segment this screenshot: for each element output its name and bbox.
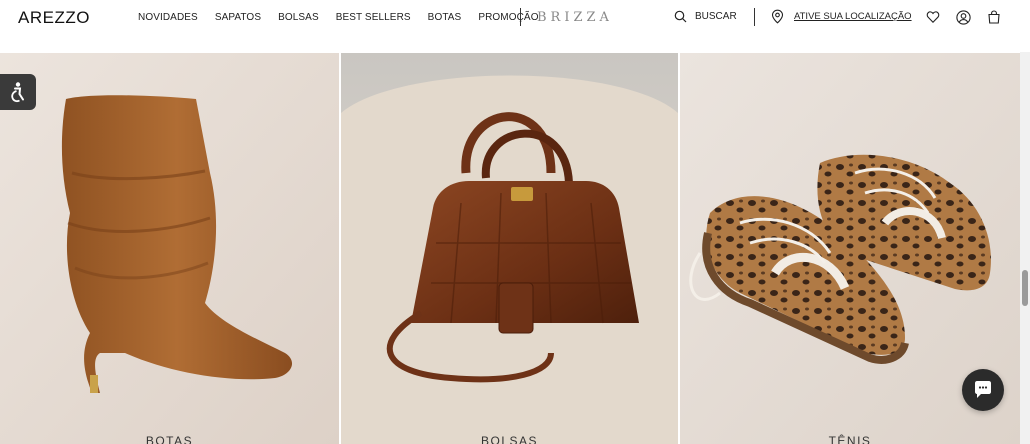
- favorites-button[interactable]: [926, 10, 942, 26]
- scrollbar-thumb[interactable]: [1022, 270, 1028, 306]
- handbag-image: [341, 53, 678, 444]
- search-icon: [674, 10, 687, 23]
- nav-item-sapatos[interactable]: SAPATOS: [215, 12, 261, 23]
- chat-button[interactable]: [962, 369, 1004, 411]
- site-header: AREZZO NOVIDADES SAPATOS BOLSAS BEST SEL…: [0, 0, 1030, 52]
- nav-item-promocao[interactable]: PROMOÇÃO: [478, 12, 538, 23]
- main-nav: NOVIDADES SAPATOS BOLSAS BEST SELLERS BO…: [138, 12, 556, 23]
- category-tile-botas[interactable]: BOTAS: [0, 53, 339, 444]
- cart-button[interactable]: [987, 10, 1003, 26]
- boot-image: [0, 53, 339, 444]
- location-button[interactable]: ATIVE SUA LOCALIZAÇÃO: [771, 9, 912, 24]
- category-label-tenis: TÊNIS: [828, 434, 872, 444]
- search-button[interactable]: BUSCAR: [674, 10, 737, 23]
- nav-item-bolsas[interactable]: BOLSAS: [278, 12, 319, 23]
- category-label-botas: BOTAS: [145, 434, 194, 444]
- nav-item-best-sellers[interactable]: BEST SELLERS: [336, 12, 411, 23]
- accessibility-icon: [11, 82, 24, 103]
- nav-item-novidades[interactable]: NOVIDADES: [138, 12, 198, 23]
- brand-logo[interactable]: AREZZO: [18, 8, 90, 28]
- accessibility-button[interactable]: [0, 74, 36, 110]
- user-icon: [956, 10, 971, 25]
- heart-icon: [926, 11, 940, 23]
- header-divider: [754, 8, 755, 26]
- location-label: ATIVE SUA LOCALIZAÇÃO: [794, 11, 912, 22]
- category-tiles: BOTAS BOLSAS TÊNIS: [0, 53, 1020, 444]
- nav-item-botas[interactable]: BOTAS: [428, 12, 462, 23]
- account-button[interactable]: [956, 10, 972, 26]
- page-scrollbar[interactable]: [1020, 52, 1030, 444]
- chat-bubble-icon: [975, 381, 991, 398]
- location-pin-icon: [771, 9, 784, 24]
- category-tile-bolsas[interactable]: BOLSAS: [341, 53, 678, 444]
- category-label-bolsas: BOLSAS: [480, 434, 539, 444]
- nav-divider: [520, 8, 521, 26]
- brizza-brand-link[interactable]: BRIZZA: [537, 10, 613, 25]
- bag-icon: [988, 10, 1000, 24]
- search-label: BUSCAR: [695, 11, 737, 22]
